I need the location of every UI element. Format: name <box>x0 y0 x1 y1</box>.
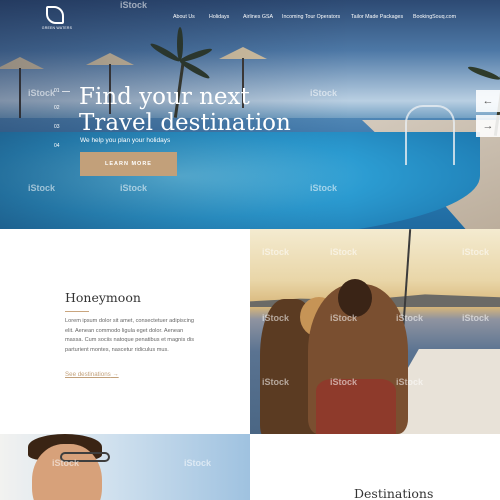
honeymoon-description: Lorem ipsum dolor sit amet, consectetuer… <box>65 318 195 353</box>
slide-index-1[interactable]: 01 <box>54 88 60 94</box>
watermark: iStock <box>330 247 358 257</box>
slide-index-3[interactable]: 03 <box>54 124 60 130</box>
logo-text: GREEN WATERS <box>41 26 73 30</box>
watermark: iStock <box>330 313 358 323</box>
slide-index-2[interactable]: 02 <box>54 105 60 111</box>
man-head <box>338 279 372 317</box>
traveler-image: iStock iStock <box>0 434 250 500</box>
shorts <box>316 379 396 434</box>
watermark: iStock <box>330 377 358 387</box>
see-destinations-link[interactable]: See destinations → <box>65 371 119 378</box>
nav-item-holidays[interactable]: Holidays <box>209 14 229 20</box>
nav-item-about-us[interactable]: About Us <box>173 14 195 20</box>
watermark: iStock <box>184 458 212 468</box>
honeymoon-title: Honeymoon <box>65 290 141 305</box>
watermark: iStock <box>310 183 338 193</box>
watermark: iStock <box>262 313 290 323</box>
arrow-right-icon: → <box>112 371 119 378</box>
slide-index-4[interactable]: 04 <box>54 143 60 149</box>
hero-title-line-1: Find your next <box>79 84 250 110</box>
hero-title-line-2: Travel destination <box>79 110 291 136</box>
watermark: iStock <box>52 458 80 468</box>
honeymoon-section: Honeymoon Lorem ipsum dolor sit amet, co… <box>0 229 250 434</box>
prev-slide-button[interactable]: ← <box>476 90 500 112</box>
watermark: iStock <box>120 183 148 193</box>
nav-item-airlines-gsa[interactable]: Airlines GSA <box>243 14 273 20</box>
learn-more-button[interactable]: LEARN MORE <box>80 152 177 176</box>
destinations-section: Destinations <box>250 434 500 500</box>
next-slide-button[interactable]: → <box>476 115 500 137</box>
title-divider <box>65 311 89 312</box>
watermark: iStock <box>28 88 56 98</box>
watermark: iStock <box>462 313 490 323</box>
nav-item-incoming-tour-operators[interactable]: Incoming Tour Operators <box>282 14 340 20</box>
nav-item-tailor-made-packages[interactable]: Tailor Made Packages <box>351 14 403 20</box>
honeymoon-couple-image: iStock iStock iStock iStock iStock iStoc… <box>250 229 500 434</box>
hero-banner: iStock iStock iStock iStock iStock iStoc… <box>0 0 500 229</box>
watermark: iStock <box>462 247 490 257</box>
hero-title: Find your next Travel destination <box>79 84 319 136</box>
watermark: iStock <box>396 377 424 387</box>
nav-item-bookingsouq[interactable]: BookingSouq.com <box>413 14 456 20</box>
see-destinations-label: See destinations <box>65 371 111 378</box>
watermark: iStock <box>396 313 424 323</box>
watermark: iStock <box>120 0 148 10</box>
watermark: iStock <box>262 377 290 387</box>
watermark: iStock <box>28 183 56 193</box>
watermark: iStock <box>262 247 290 257</box>
main-nav: About Us Holidays Airlines GSA Incoming … <box>0 14 500 24</box>
slide-index-line <box>62 91 70 92</box>
hero-subtitle: We help you plan your holidays <box>80 137 171 144</box>
destinations-title: Destinations <box>354 486 434 500</box>
